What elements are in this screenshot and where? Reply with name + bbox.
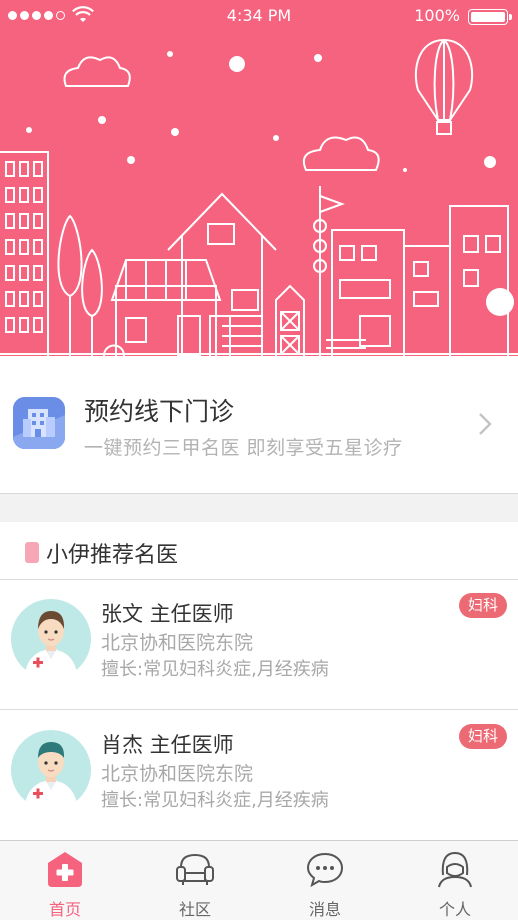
department-badge: 妇科: [459, 593, 507, 618]
tab-messages[interactable]: 消息: [260, 841, 390, 920]
doctor-avatar: [11, 730, 91, 810]
appointment-subtitle: 一键预约三甲名医 即刻享受五星诊疗: [84, 437, 403, 459]
department-badge: 妇科: [459, 724, 507, 749]
doctor-specialty: 擅长:常见妇科炎症,月经疾病: [101, 790, 329, 811]
appointment-card[interactable]: 预约线下门诊 一键预约三甲名医 即刻享受五星诊疗: [0, 356, 518, 494]
doctor-avatar: [11, 599, 91, 679]
home-medical-icon: [48, 852, 82, 887]
section-divider: [0, 494, 518, 522]
doctor-name: 张文 主任医师: [101, 602, 234, 626]
chevron-right-icon: [478, 412, 492, 443]
tab-community[interactable]: 社区: [130, 841, 260, 920]
doctor-list-item[interactable]: 肖杰 主任医师 北京协和医院东院 擅长:常见妇科炎症,月经疾病 妇科: [0, 711, 518, 841]
profile-person-icon: [438, 851, 472, 888]
message-bubble-icon: [306, 852, 344, 888]
battery-percentage: 100%: [414, 6, 460, 25]
bottom-tab-bar: 首页 社区 消息 个人: [0, 840, 518, 920]
doctor-hospital: 北京协和医院东院: [101, 763, 254, 785]
tab-community-label: 社区: [178, 900, 211, 919]
city-illustration: [0, 38, 518, 356]
doctor-specialty: 擅长:常见妇科炎症,月经疾病: [101, 659, 329, 680]
hospital-building-icon: [13, 397, 65, 449]
tab-profile-label: 个人: [438, 900, 471, 919]
tab-home[interactable]: 首页: [0, 841, 130, 920]
community-sofa-icon: [176, 853, 214, 885]
tab-messages-label: 消息: [308, 900, 341, 919]
section-title: 小伊推荐名医: [46, 543, 179, 568]
status-bar: 4:34 PM 100%: [0, 0, 518, 34]
tab-home-label: 首页: [48, 900, 81, 919]
recommended-doctors-header: 小伊推荐名医: [0, 522, 518, 580]
doctor-list-item[interactable]: 张文 主任医师 北京协和医院东院 擅长:常见妇科炎症,月经疾病 妇科: [0, 580, 518, 710]
doctor-name: 肖杰 主任医师: [101, 733, 234, 757]
battery-icon: [468, 9, 512, 25]
appointment-title: 预约线下门诊: [84, 397, 235, 426]
section-accent-bar: [25, 542, 39, 563]
tab-profile[interactable]: 个人: [390, 841, 518, 920]
city-banner: [0, 0, 518, 356]
doctor-hospital: 北京协和医院东院: [101, 632, 254, 654]
